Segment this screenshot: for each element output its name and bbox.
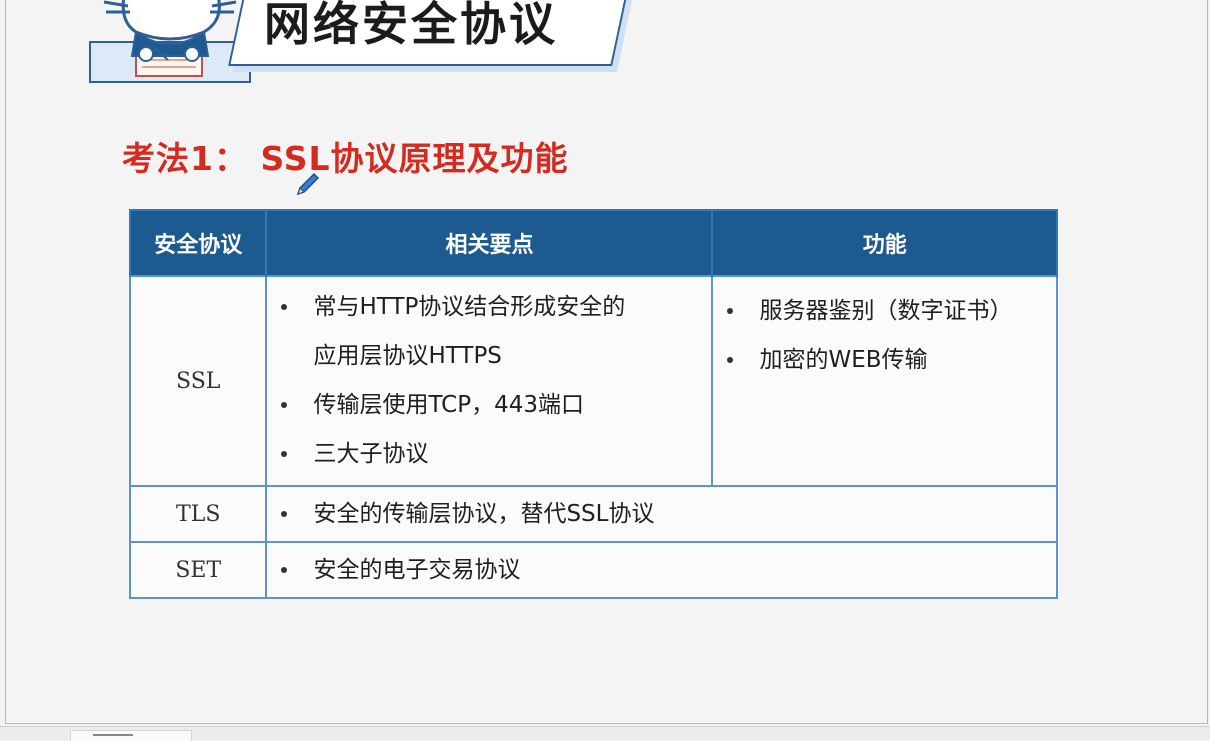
- bullet-icon: [281, 304, 288, 310]
- protocol-table: 安全协议 相关要点 功能 SSL 常与HTTP协议结合形成安全的 应用层协议HT…: [128, 209, 1058, 599]
- column-header-keypoints: 相关要点: [265, 209, 714, 276]
- bullet-icon: [281, 566, 288, 573]
- ssl-function-cell: 服务器鉴别（数字证书） 加密的WEB传输: [711, 275, 1058, 487]
- protocol-name-ssl: SSL: [128, 275, 268, 487]
- protocol-name-set: SET: [128, 541, 268, 599]
- keypoint-text: 三大子协议: [313, 441, 429, 467]
- list-item: 常与HTTP协议结合形成安全的 应用层协议HTTPS: [267, 283, 711, 381]
- keypoint-text: 应用层协议HTTPS: [313, 343, 502, 369]
- column-header-protocol: 安全协议: [128, 209, 268, 276]
- section-heading: 考法1： SSL协议原理及功能: [122, 139, 569, 178]
- list-item: 安全的电子交易协议: [267, 546, 1056, 595]
- table-row: SET 安全的电子交易协议: [128, 541, 1058, 599]
- function-text: 加密的WEB传输: [759, 347, 928, 373]
- set-keypoint-cell: 安全的电子交易协议: [265, 541, 1058, 599]
- page-title: 网络安全协议: [264, 0, 558, 51]
- column-header-function: 功能: [711, 209, 1058, 276]
- bullet-icon: [727, 308, 734, 314]
- keypoint-text: 安全的电子交易协议: [313, 556, 521, 583]
- keypoint-text: 传输层使用TCP，443端口: [313, 392, 584, 418]
- keypoint-text: 常与HTTP协议结合形成安全的: [313, 294, 626, 320]
- slide: 网络安全协议 考法1： SSL协议原理及功能 安全协议 相关要点 功能 SSL …: [5, 0, 1208, 724]
- bullet-icon: [281, 402, 288, 408]
- keypoint-text: 安全的传输层协议，替代SSL协议: [313, 500, 655, 527]
- bottom-tab[interactable]: [70, 730, 192, 741]
- list-item: 加密的WEB传输: [713, 336, 1056, 385]
- table-row: SSL 常与HTTP协议结合形成安全的 应用层协议HTTPS 传输层使用TCP，…: [128, 275, 1058, 487]
- list-item: 三大子协议: [267, 430, 711, 479]
- list-item: 安全的传输层协议，替代SSL协议: [267, 490, 1056, 539]
- table-header-row: 安全协议 相关要点 功能: [128, 209, 1058, 276]
- tls-keypoint-cell: 安全的传输层协议，替代SSL协议: [265, 485, 1058, 543]
- list-item: 服务器鉴别（数字证书）: [713, 287, 1056, 336]
- ssl-keypoints-cell: 常与HTTP协议结合形成安全的 应用层协议HTTPS 传输层使用TCP，443端…: [265, 275, 714, 487]
- cat-mascot-icon: [89, 0, 251, 83]
- bullet-icon: [281, 510, 288, 517]
- bottom-tab-strip: [0, 726, 1210, 741]
- function-text: 服务器鉴别（数字证书）: [759, 298, 1013, 324]
- protocol-name-tls: TLS: [128, 485, 268, 543]
- table-row: TLS 安全的传输层协议，替代SSL协议: [128, 485, 1058, 543]
- bullet-icon: [727, 357, 734, 363]
- bullet-icon: [281, 451, 288, 457]
- list-item: 传输层使用TCP，443端口: [267, 381, 711, 430]
- pen-cursor-icon: [296, 172, 320, 196]
